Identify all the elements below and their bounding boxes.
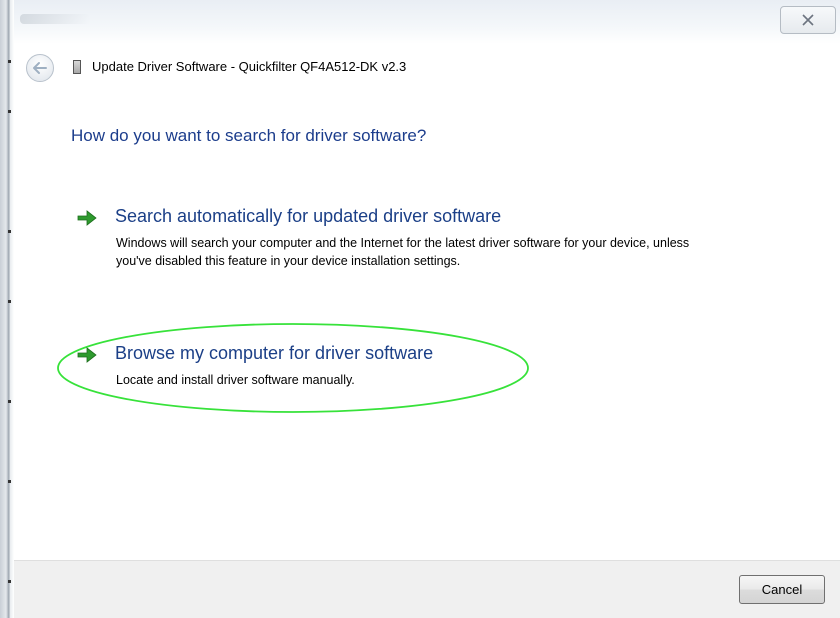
browse-computer-option[interactable]: Browse my computer for driver software L… [76,343,756,393]
option-title: Search automatically for updated driver … [115,206,502,226]
cancel-button[interactable]: Cancel [739,575,825,604]
back-arrow-icon [33,62,47,74]
page-heading: How do you want to search for driver sof… [71,126,427,145]
background-edge-mark [8,60,11,63]
green-arrow-icon [77,347,97,363]
background-edge-mark [8,400,11,403]
window-title: Update Driver Software - Quickfilter QF4… [92,59,407,74]
dialog-footer: Cancel [14,560,840,618]
background-edge-mark [8,230,11,233]
background-edge-mark [8,480,11,483]
device-icon [73,60,81,74]
background-window-title-ghost [20,14,90,24]
back-button[interactable] [26,54,54,82]
title-bar [14,0,840,44]
update-driver-dialog: Update Driver Software - Quickfilter QF4… [14,0,840,618]
green-arrow-icon [77,210,97,226]
close-icon [802,14,814,26]
dialog-header: Update Driver Software - Quickfilter QF4… [14,48,840,92]
background-window-edge [0,0,14,618]
option-title: Browse my computer for driver software [115,343,434,363]
search-automatically-option[interactable]: Search automatically for updated driver … [76,206,756,296]
option-description: Windows will search your computer and th… [116,236,690,268]
background-edge-mark [8,580,11,583]
option-description: Locate and install driver software manua… [116,373,355,387]
close-button[interactable] [780,6,836,34]
background-edge-mark [8,300,11,303]
background-edge-mark [8,110,11,113]
